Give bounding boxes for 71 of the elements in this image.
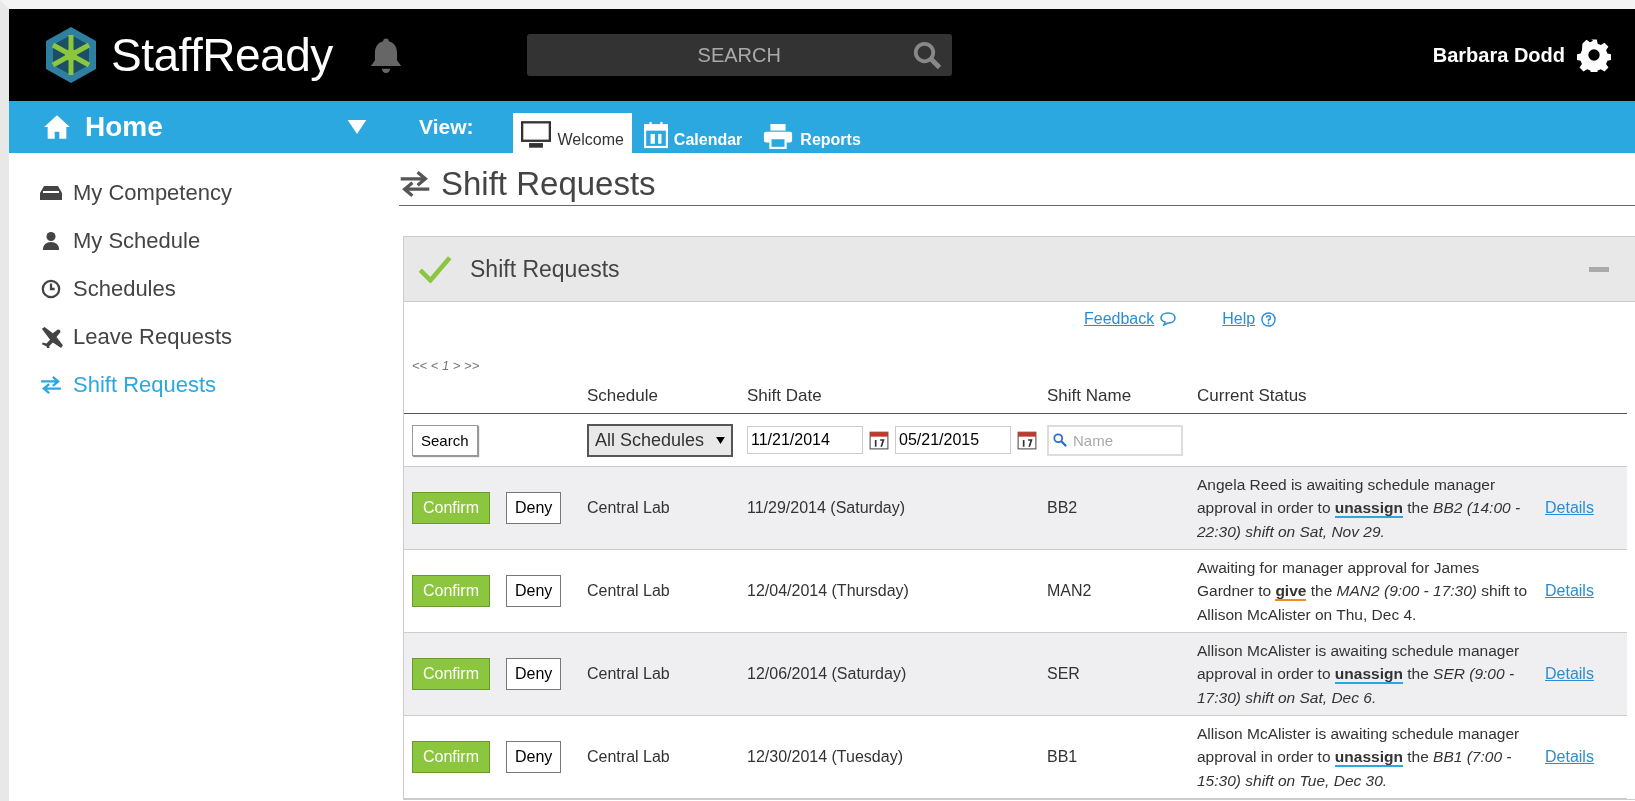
caret-icon <box>716 436 725 444</box>
name-search-field[interactable]: Name <box>1047 424 1183 456</box>
deny-button[interactable]: Deny <box>506 741 562 773</box>
printer-icon <box>762 123 795 149</box>
status-text: Allison McAlister is awaiting schedule manager approval in order to unassign the SER (9:00 - 17:30) shift on Sat, Dec 6. <box>1197 641 1521 708</box>
calendar-icon[interactable] <box>1017 430 1037 450</box>
panel-title: Shift Requests <box>470 255 620 283</box>
home-link[interactable]: Home <box>85 111 163 143</box>
monitor-icon <box>521 121 552 149</box>
checkmark-icon <box>418 255 452 283</box>
table-cell-text: Central Lab <box>587 748 671 766</box>
sidebar-item[interactable]: Shift Requests <box>39 361 399 409</box>
user-name[interactable]: Barbara Dodd <box>1432 43 1565 67</box>
dropdown-caret-icon[interactable] <box>347 120 367 134</box>
table-cell-text: 11/29/2014 (Saturday) <box>747 499 907 517</box>
sidebar-item[interactable]: Schedules <box>39 265 399 313</box>
view-label: View: <box>419 115 474 139</box>
sidebar-item[interactable]: My Schedule <box>39 217 399 265</box>
details-link[interactable]: Details <box>1545 748 1594 766</box>
deny-button[interactable]: Deny <box>506 492 562 524</box>
home-icon[interactable] <box>43 114 71 140</box>
table-cell-text: Central Lab <box>587 499 671 517</box>
swap-arrows-icon <box>39 376 63 394</box>
status-text: Angela Reed is awaiting schedule manager approval in order to unassign the BB2 (14:00 - 22:30) shift on Sat, Nov 29. <box>1197 475 1522 542</box>
table-cell-text: Central Lab <box>587 665 671 683</box>
table-cell-text: 12/04/2014 (Thursday) <box>747 582 910 600</box>
table-cell-text: 12/30/2014 (Tuesday) <box>747 748 904 766</box>
details-link[interactable]: Details <box>1545 499 1594 517</box>
pager[interactable]: << < 1 > >> <box>412 358 1635 373</box>
search-button[interactable]: Search <box>412 424 478 456</box>
help-link[interactable]: Help <box>1222 310 1256 328</box>
table-cell-text: Central Lab <box>587 582 671 600</box>
calendar-icon[interactable] <box>869 430 889 450</box>
tray-icon <box>39 185 63 201</box>
settings-icon[interactable] <box>1577 38 1611 72</box>
column-header: Shift Name <box>1047 386 1133 406</box>
bell-icon[interactable] <box>368 37 403 73</box>
table-cell-text: SER <box>1047 665 1081 683</box>
search-field[interactable]: SEARCH <box>526 34 952 76</box>
search-icon[interactable] <box>911 40 942 70</box>
deny-button[interactable]: Deny <box>506 658 562 690</box>
view-tab[interactable]: Reports <box>754 113 869 153</box>
deny-button[interactable]: Deny <box>506 575 562 607</box>
details-link[interactable]: Details <box>1545 582 1594 600</box>
view-tab[interactable]: Calendar <box>635 113 751 153</box>
date-field[interactable]: 05/21/2015 <box>895 426 1011 454</box>
column-header: Shift Date <box>747 386 823 406</box>
column-header: Schedule <box>587 386 659 406</box>
sidebar-item[interactable]: My Competency <box>39 169 399 217</box>
table-cell-text: BB1 <box>1047 748 1079 766</box>
details-link[interactable]: Details <box>1545 665 1594 683</box>
page-title: Shift Requests <box>441 165 656 203</box>
sidebar-item[interactable]: Leave Requests <box>39 313 399 361</box>
status-text: Allison McAlister is awaiting schedule manager approval in order to unassign the BB1 (7:00 - 15:30) shift on Tue, Dec 30. <box>1197 724 1521 791</box>
calendar-icon <box>643 121 668 149</box>
feedback-link[interactable]: Feedback <box>1084 310 1155 328</box>
plane-icon <box>39 326 63 348</box>
logo-text: StaffReady <box>111 28 333 82</box>
table-cell-text: MAN2 <box>1047 582 1093 600</box>
swap-arrows-icon <box>399 171 431 197</box>
table-cell-text: BB2 <box>1047 499 1079 517</box>
view-tab[interactable]: Welcome <box>513 113 632 153</box>
search-icon <box>1053 432 1067 447</box>
table-cell-text: 12/06/2014 (Saturday) <box>747 665 908 683</box>
clock-icon <box>39 279 63 299</box>
schedule-dropdown[interactable]: All Schedules <box>587 423 733 457</box>
status-text: Awaiting for manager approval for James Gardner to give the MAN2 (9:00 - 17:30) shift to Allison McAlister on Thu, Dec 4. <box>1197 558 1528 625</box>
speech-bubble-icon <box>1160 312 1177 326</box>
help-icon <box>1261 311 1277 327</box>
column-header: Current Status <box>1197 386 1308 406</box>
date-field[interactable]: 11/21/2014 <box>747 426 863 454</box>
